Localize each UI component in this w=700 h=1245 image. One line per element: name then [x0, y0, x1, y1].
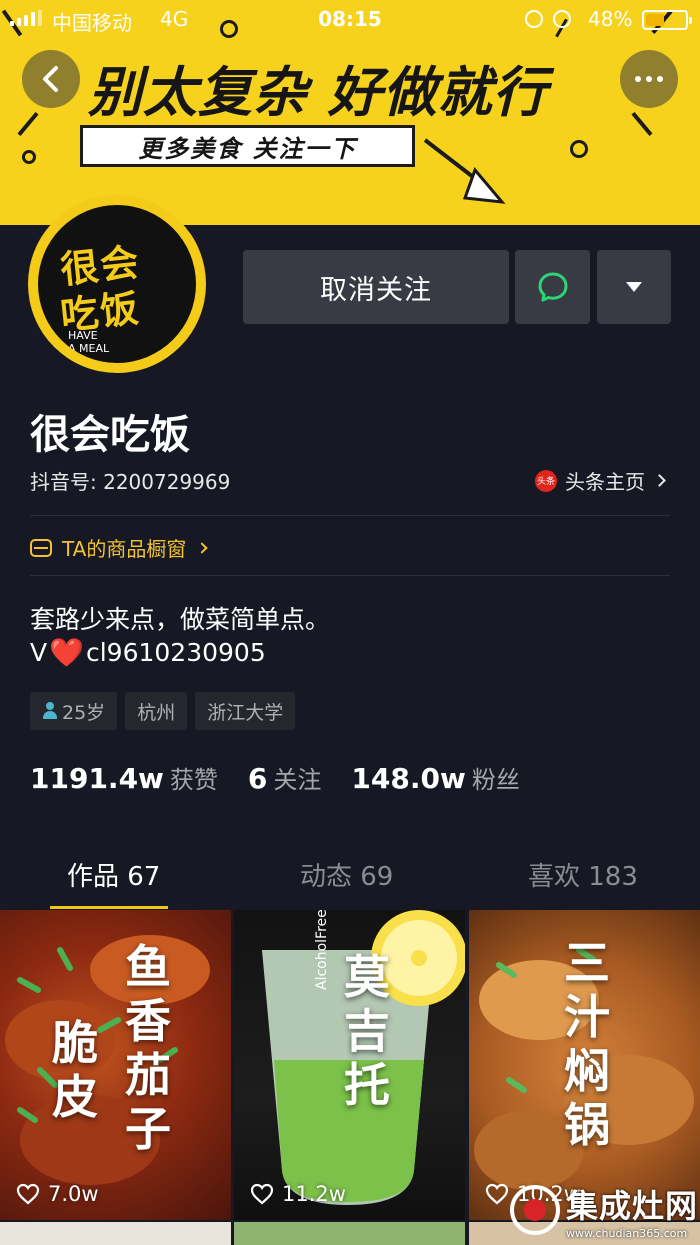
unfollow-button[interactable]: 取消关注 [243, 250, 509, 324]
divider [30, 575, 670, 576]
banner-subtitle: 更多美食 关注一下 [80, 125, 415, 167]
tab-works[interactable]: 作品 67 [67, 856, 160, 893]
stat-followers[interactable]: 148.0w 粉丝 [351, 760, 519, 795]
stat-likes: 1191.4w 获赞 [30, 762, 218, 795]
bio-line: 套路少来点，做菜简单点。 [30, 605, 331, 634]
banner-headline: 别太复杂 好做就行 [88, 61, 548, 124]
bio-text: cl9610230905 [85, 638, 266, 667]
heart-outline-icon [485, 1183, 509, 1205]
video-thumbnail[interactable]: 脆皮 鱼香茄子 7.0w [0, 910, 231, 1220]
shop-window-label: TA的商品橱窗 [62, 537, 187, 561]
banner-dot [570, 140, 588, 158]
like-count: 7.0w [16, 1182, 99, 1206]
avatar-logo-english: HAVE A MEAL [68, 329, 110, 355]
more-button[interactable] [620, 50, 678, 108]
message-button[interactable] [515, 250, 590, 324]
toutiao-logo-icon: 头条 [535, 469, 557, 492]
profile-stats: 1191.4w 获赞 6 关注 148.0w 粉丝 [30, 760, 520, 795]
chat-bubble-icon [538, 272, 567, 302]
battery-icon [642, 10, 692, 30]
banner-arrow-icon [423, 138, 506, 204]
video-thumbnail[interactable] [234, 1222, 465, 1245]
video-thumbnail[interactable] [0, 1222, 231, 1245]
shop-window-icon [30, 538, 52, 557]
douyin-id: 抖音号: 2200729969 [30, 470, 231, 494]
chevron-right-icon [653, 474, 666, 487]
battery-percent: 48% [588, 7, 633, 31]
profile-nickname: 很会吃饭 [30, 412, 190, 458]
toutiao-homepage-link[interactable]: 头条 头条主页 [535, 466, 666, 495]
avatar[interactable]: 很会 吃饭 HAVE A MEAL [28, 195, 206, 373]
glass-caption: AlcoholFree [314, 910, 330, 990]
heart-outline-icon [250, 1183, 274, 1205]
rotation-lock-icon [525, 10, 543, 28]
tag-age: 25岁 [30, 692, 118, 730]
video-thumbnail[interactable]: 三汁焖锅 10.2w [469, 910, 700, 1220]
video-title: 脆皮 [52, 1016, 98, 1124]
video-title: 鱼香茄子 [125, 940, 171, 1156]
shop-window-link[interactable]: TA的商品橱窗 [30, 533, 209, 562]
chevron-right-icon [196, 541, 209, 554]
watermark-brand: 集成灶网 [566, 1186, 699, 1225]
active-tab-indicator [50, 906, 168, 909]
chevron-left-icon [43, 66, 58, 92]
profile-tabs: 作品 67 动态 69 喜欢 183 [0, 848, 700, 909]
food-image [5, 935, 210, 1185]
watermark: 集成灶网 www.chudian365.com [510, 1175, 700, 1245]
avatar-logo: 很会 吃饭 HAVE A MEAL [38, 205, 196, 363]
like-count: 11.2w [250, 1182, 346, 1206]
person-icon [42, 702, 58, 720]
tab-favorites[interactable]: 喜欢 183 [528, 856, 638, 893]
banner-ray [631, 111, 653, 137]
heart-outline-icon [16, 1183, 40, 1205]
watermark-logo-icon [510, 1185, 560, 1235]
back-button[interactable] [22, 50, 80, 108]
stat-following[interactable]: 6 关注 [248, 760, 321, 795]
toutiao-link-label: 头条主页 [565, 470, 645, 494]
video-title: 三汁焖锅 [564, 936, 610, 1152]
more-dots-icon [635, 76, 663, 82]
bio-line: V ❤️ cl9610230905 [30, 638, 266, 667]
profile-tags: 25岁 杭州 浙江大学 [30, 692, 296, 730]
video-title: 莫吉托 [344, 950, 390, 1112]
divider [30, 515, 670, 516]
banner-dot [22, 150, 36, 164]
banner-ray [17, 111, 39, 137]
tag-school: 浙江大学 [195, 692, 296, 730]
status-bar: 中国移动 4G 08:15 48% [0, 0, 700, 38]
recommend-dropdown-button[interactable] [597, 250, 671, 324]
video-thumbnail[interactable]: AlcoholFree 莫吉托 11.2w [234, 910, 465, 1220]
alarm-icon [553, 10, 571, 28]
watermark-url: www.chudian365.com [566, 1226, 688, 1240]
tab-moments[interactable]: 动态 69 [300, 856, 393, 893]
heart-emoji-icon: ❤️ [49, 635, 84, 669]
tag-city: 杭州 [125, 692, 188, 730]
caret-down-icon [626, 282, 642, 292]
bio-text: V [30, 638, 48, 667]
